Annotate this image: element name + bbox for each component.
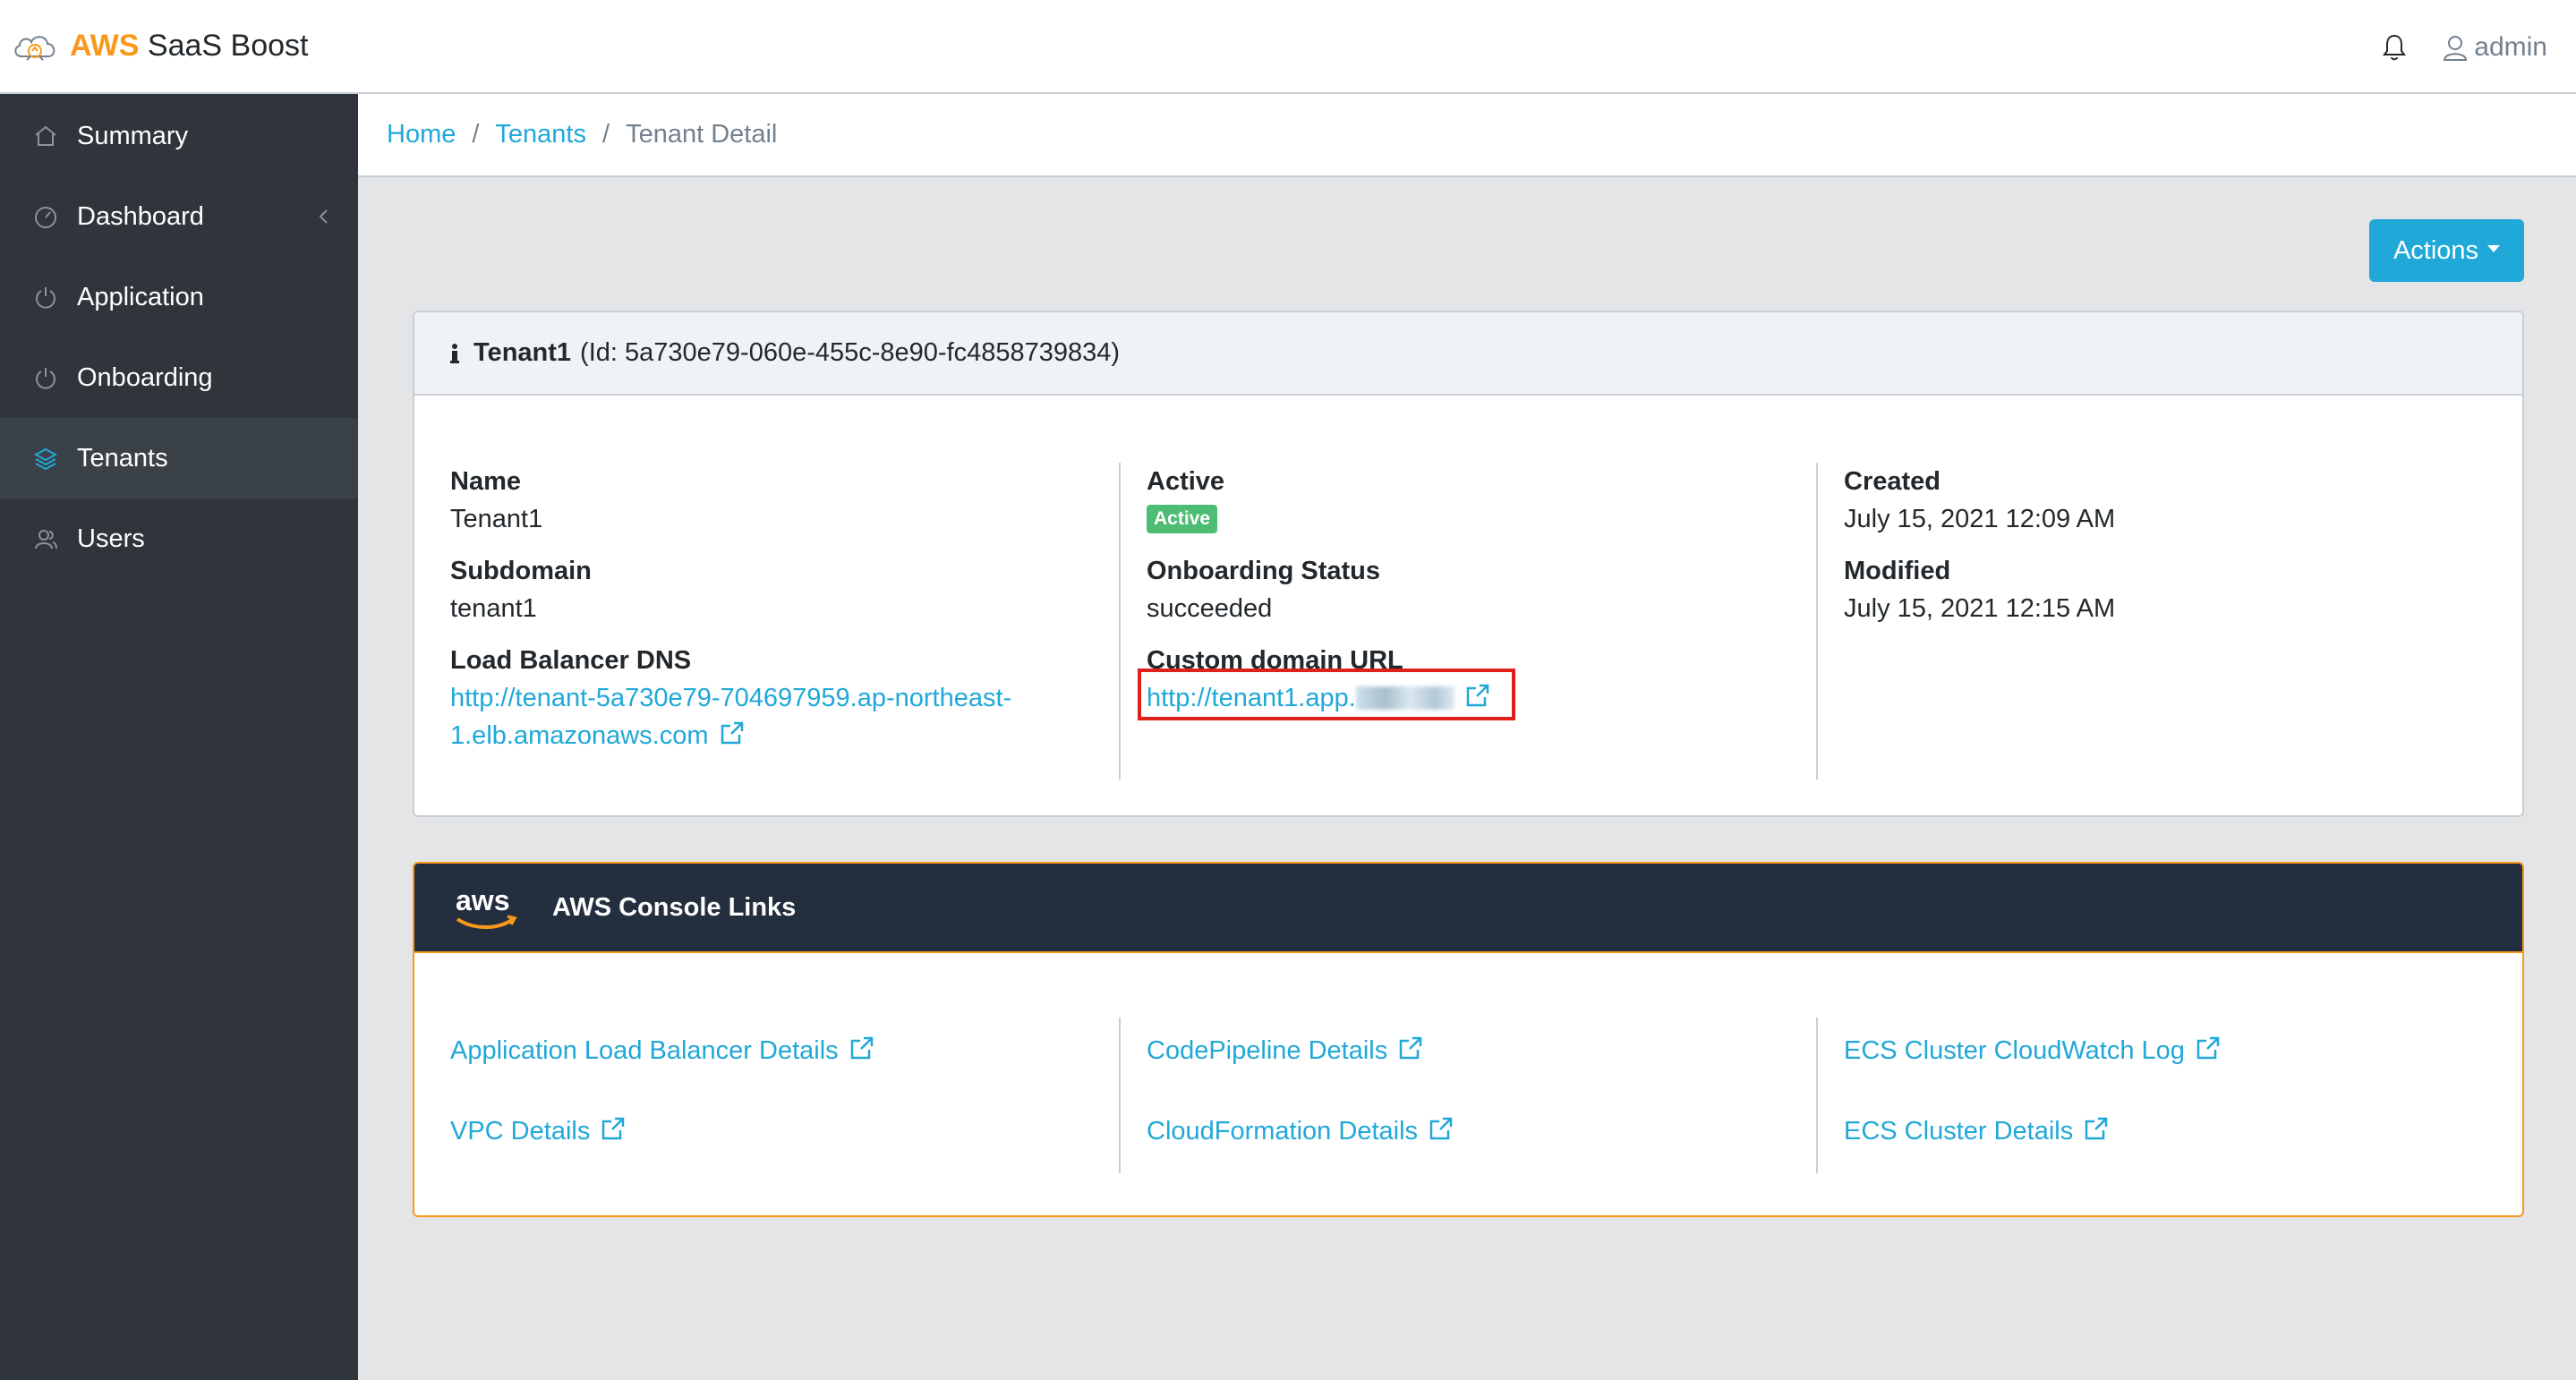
user-menu[interactable]: admin (2442, 32, 2547, 63)
load-balancer-url-line2: 1.elb.amazonaws.com (450, 721, 709, 750)
breadcrumb-current: Tenant Detail (626, 120, 778, 149)
aws-logo-icon: aws (456, 884, 517, 929)
external-link-icon (850, 1036, 873, 1060)
onboarding-status-value: succeeded (1147, 594, 1273, 623)
sidebar-item-label: Application (77, 282, 204, 311)
sidebar-item-onboarding[interactable]: Onboarding (0, 337, 358, 418)
name-label: Name (450, 467, 521, 496)
external-link-icon (1399, 1036, 1422, 1060)
speedometer-icon (32, 203, 59, 230)
info-icon (450, 343, 459, 363)
load-balancer-url-line1: http://tenant-5a730e79-704697959.ap-nort… (450, 684, 1012, 712)
codepipeline-details-link[interactable]: CodePipeline Details (1147, 1032, 1454, 1069)
external-link-icon (2196, 1036, 2220, 1060)
subdomain-label: Subdomain (450, 557, 592, 585)
modified-label: Modified (1844, 557, 1951, 585)
tenant-col-identity: Name Tenant1 Subdomain tenant1 Load Bala… (450, 463, 1011, 754)
column-divider (1119, 463, 1121, 779)
alb-details-link[interactable]: Application Load Balancer Details (450, 1032, 874, 1069)
highlight-annotation (1138, 669, 1515, 720)
users-icon (32, 525, 59, 552)
column-divider (1119, 1018, 1121, 1173)
tenant-col-dates: Created July 15, 2021 12:09 AM Modified … (1844, 463, 2115, 627)
power-icon (32, 364, 59, 391)
sidebar-item-application[interactable]: Application (0, 257, 358, 337)
sidebar-item-label: Users (77, 524, 145, 553)
actions-label: Actions (2393, 235, 2479, 265)
aws-console-links-card: aws AWS Console Links Application Load B… (413, 862, 2524, 1217)
cloudformation-details-link[interactable]: CloudFormation Details (1147, 1112, 1454, 1150)
active-label: Active (1147, 467, 1225, 496)
load-balancer-link[interactable]: http://tenant-5a730e79-704697959.ap-nort… (450, 679, 1011, 754)
external-link-icon (602, 1117, 625, 1140)
ecs-cluster-details-link[interactable]: ECS Cluster Details (1844, 1112, 2221, 1150)
brand-aws-text: AWS (70, 29, 140, 63)
onboarding-status-label: Onboarding Status (1147, 557, 1380, 585)
column-divider (1816, 463, 1818, 779)
sidebar-item-tenants[interactable]: Tenants (0, 418, 358, 498)
breadcrumb-separator: / (602, 120, 610, 149)
svg-text:aws: aws (456, 884, 509, 916)
external-link-icon (721, 721, 743, 745)
codepipeline-details-text: CodePipeline Details (1147, 1036, 1388, 1065)
home-icon (32, 123, 59, 149)
ecs-cluster-details-text: ECS Cluster Details (1844, 1117, 2074, 1146)
load-balancer-label: Load Balancer DNS (450, 646, 692, 675)
top-header: AWS SaaS Boost admin (0, 0, 2576, 94)
tenant-id: (Id: 5a730e79-060e-455c-8e90-fc485873983… (580, 338, 1121, 367)
sidebar-item-label: Dashboard (77, 201, 204, 231)
layers-icon (32, 445, 59, 472)
created-value: July 15, 2021 12:09 AM (1844, 505, 2116, 533)
actions-dropdown-button[interactable]: Actions (2369, 219, 2524, 282)
aws-links-col-3: ECS Cluster CloudWatch Log ECS Cluster D… (1844, 1032, 2221, 1150)
sidebar: Summary Dashboard Application Onboarding… (0, 94, 358, 1380)
aws-card-title: AWS Console Links (552, 892, 797, 922)
active-status-badge: Active (1147, 505, 1218, 533)
breadcrumb-home[interactable]: Home (387, 120, 456, 149)
breadcrumb-tenants[interactable]: Tenants (495, 120, 586, 149)
breadcrumb: Home / Tenants / Tenant Detail (358, 94, 2576, 177)
chevron-left-icon[interactable] (317, 207, 329, 226)
modified-value: July 15, 2021 12:15 AM (1844, 594, 2116, 623)
aws-links-col-2: CodePipeline Details CloudFormation Deta… (1147, 1032, 1454, 1150)
power-icon (32, 284, 59, 311)
created-label: Created (1844, 467, 1941, 496)
brand-rest-text: SaaS Boost (139, 29, 309, 63)
brand[interactable]: AWS SaaS Boost (11, 26, 308, 67)
sidebar-item-users[interactable]: Users (0, 498, 358, 579)
column-divider (1816, 1018, 1818, 1173)
tenant-name-title: Tenant1 (473, 338, 572, 367)
sidebar-item-label: Summary (77, 121, 189, 150)
sidebar-item-label: Onboarding (77, 362, 213, 392)
vpc-details-text: VPC Details (450, 1117, 591, 1146)
ecs-cloudwatch-log-text: ECS Cluster CloudWatch Log (1844, 1036, 2185, 1065)
aws-card-header: aws AWS Console Links (414, 864, 2522, 953)
external-link-icon (2086, 1117, 2108, 1140)
external-link-icon (1429, 1117, 1453, 1140)
name-value: Tenant1 (450, 505, 543, 533)
sidebar-item-dashboard[interactable]: Dashboard (0, 176, 358, 257)
sidebar-item-summary[interactable]: Summary (0, 96, 358, 176)
tenant-detail-card: Tenant1 (Id: 5a730e79-060e-455c-8e90-fc4… (413, 311, 2524, 817)
cloudformation-details-text: CloudFormation Details (1147, 1117, 1419, 1146)
bell-icon[interactable] (2381, 33, 2408, 62)
sidebar-item-label: Tenants (77, 443, 168, 473)
aws-links-col-1: Application Load Balancer Details VPC De… (450, 1032, 874, 1150)
vpc-details-link[interactable]: VPC Details (450, 1112, 874, 1150)
saas-boost-logo-icon (14, 35, 55, 61)
subdomain-value: tenant1 (450, 594, 537, 623)
breadcrumb-separator: / (472, 120, 480, 149)
ecs-cloudwatch-log-link[interactable]: ECS Cluster CloudWatch Log (1844, 1032, 2221, 1069)
username: admin (2474, 31, 2547, 62)
alb-details-text: Application Load Balancer Details (450, 1036, 839, 1065)
caret-down-icon (2487, 245, 2501, 252)
user-icon (2444, 35, 2468, 61)
app-title: AWS SaaS Boost (70, 29, 308, 64)
tenant-card-header: Tenant1 (Id: 5a730e79-060e-455c-8e90-fc4… (414, 312, 2522, 396)
